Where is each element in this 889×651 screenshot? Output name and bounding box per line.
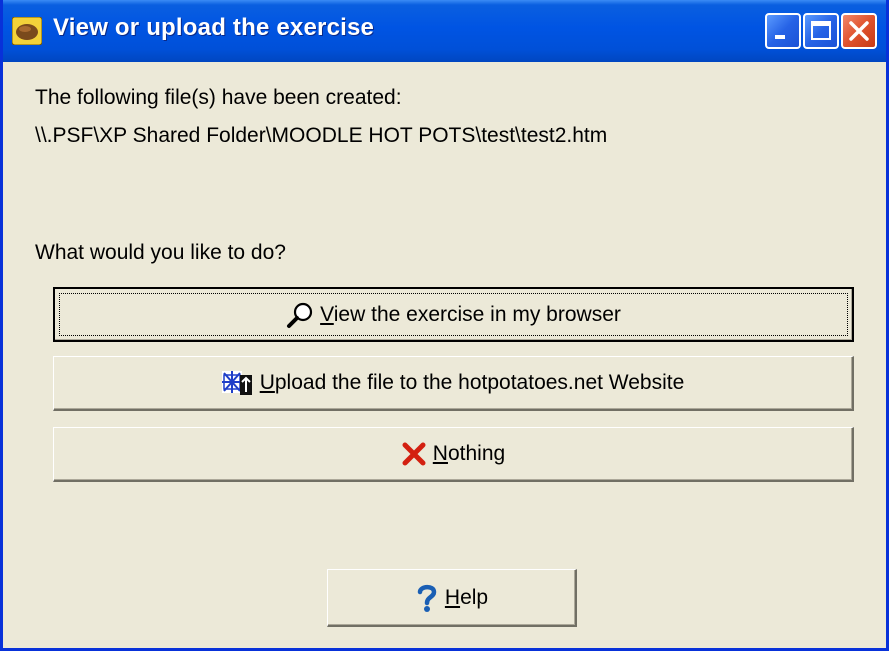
close-icon <box>849 21 869 41</box>
view-in-browser-label: View the exercise in my browser <box>320 302 621 326</box>
upload-to-website-button[interactable]: Upload the file to the hotpotatoes.net W… <box>53 356 854 411</box>
help-button[interactable]: Help <box>327 569 577 627</box>
magnifier-icon <box>287 302 313 328</box>
help-label: Help <box>444 585 489 609</box>
close-button[interactable] <box>841 13 877 49</box>
minimize-button[interactable] <box>765 13 801 49</box>
created-files-label: The following file(s) have been created: <box>35 86 402 109</box>
nothing-button[interactable]: Nothing <box>53 427 854 482</box>
upload-to-website-label: Upload the file to the hotpotatoes.net W… <box>259 371 685 394</box>
maximize-button[interactable] <box>803 13 839 49</box>
maximize-icon <box>811 21 831 40</box>
created-file-path: \\.PSF\XP Shared Folder\MOODLE HOT POTS\… <box>35 124 608 147</box>
nothing-label: Nothing <box>432 442 506 465</box>
red-x-icon <box>402 442 426 466</box>
title-bar[interactable]: View or upload the exercise <box>3 0 886 62</box>
view-in-browser-button[interactable]: View the exercise in my browser <box>53 287 854 342</box>
question-mark-icon <box>417 584 437 612</box>
dialog-window: View or upload the exercise The followin… <box>0 0 889 651</box>
upload-web-icon <box>221 371 252 395</box>
window-title: View or upload the exercise <box>53 14 375 41</box>
question-label: What would you like to do? <box>35 241 286 264</box>
minimize-icon <box>775 35 785 39</box>
hot-potatoes-app-icon <box>12 17 42 45</box>
